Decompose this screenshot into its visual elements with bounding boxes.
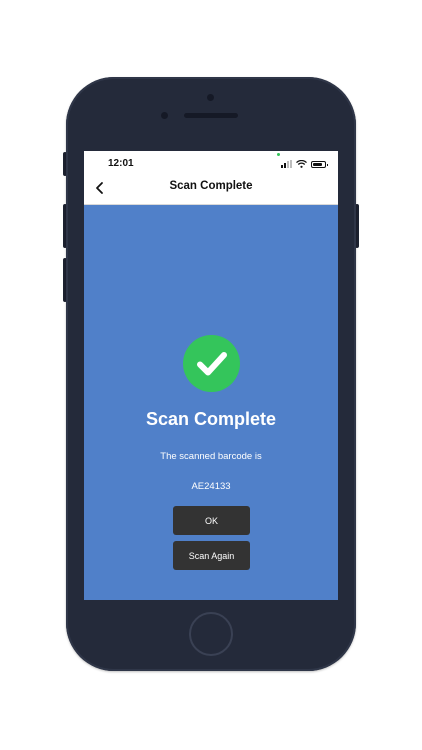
ok-button[interactable]: OK: [173, 506, 250, 535]
status-time: 12:01: [108, 158, 134, 169]
phone-screen: 12:01 Scan Complete Scan Complete The sc…: [84, 151, 338, 600]
battery-icon: [311, 161, 328, 168]
status-icons: [281, 158, 328, 168]
navigation-bar: Scan Complete: [84, 173, 338, 205]
result-message: The scanned barcode is: [160, 451, 262, 462]
signal-icon: [281, 160, 292, 168]
home-button[interactable]: [189, 612, 233, 656]
barcode-value: AE24133: [191, 481, 231, 492]
scan-result-panel: Scan Complete The scanned barcode is AE2…: [84, 205, 338, 600]
privacy-indicator: [277, 153, 280, 156]
checkmark-circle-icon: [183, 335, 240, 392]
status-bar: 12:01: [84, 151, 338, 173]
app-screenshot: 12:01 Scan Complete Scan Complete The sc…: [0, 0, 422, 750]
wifi-icon: [296, 160, 307, 168]
front-camera: [207, 94, 214, 101]
result-heading: Scan Complete: [145, 409, 277, 429]
scan-again-button[interactable]: Scan Again: [173, 541, 250, 570]
proximity-sensor: [161, 112, 168, 119]
earpiece-speaker: [184, 113, 238, 118]
page-title: Scan Complete: [169, 180, 253, 192]
